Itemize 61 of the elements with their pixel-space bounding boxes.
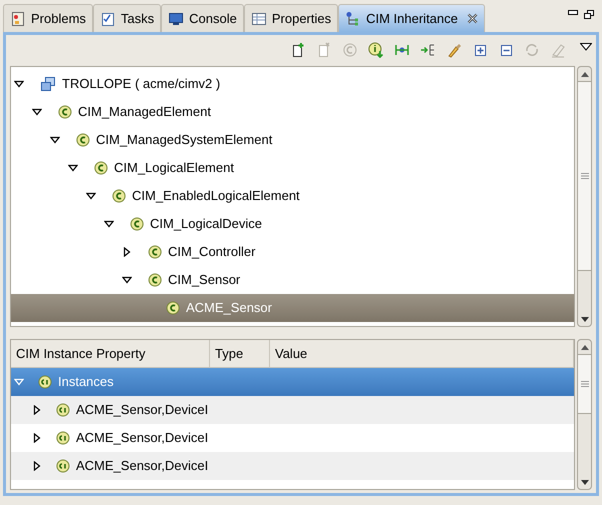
expand-arrow-icon[interactable]	[32, 461, 42, 471]
scrollbar[interactable]	[577, 66, 592, 327]
tree-item[interactable]: CIM_EnabledLogicalElement	[11, 182, 574, 210]
view-tab[interactable]: Tasks	[92, 4, 162, 32]
view-tab[interactable]: Console	[161, 4, 244, 32]
view-tab[interactable]: CIM Inheritance	[338, 4, 485, 32]
problems-view-icon	[10, 10, 26, 26]
collapse-arrow-icon[interactable]	[122, 275, 132, 285]
properties-view-icon	[250, 10, 267, 26]
tree-item[interactable]: CIM_Sensor	[11, 266, 574, 294]
expand-arrow-icon[interactable]	[32, 433, 42, 443]
column-header[interactable]: Value	[270, 340, 574, 367]
class-icon	[76, 133, 90, 147]
expand-arrow-icon[interactable]	[32, 405, 42, 415]
minimize-icon[interactable]	[568, 10, 578, 16]
collapse-arrow-icon[interactable]	[86, 191, 96, 201]
column-header[interactable]: Type	[210, 340, 270, 367]
instance-icon	[56, 459, 70, 473]
class-icon	[58, 105, 72, 119]
class-icon	[130, 217, 144, 231]
tree-item[interactable]: CIM_LogicalDevice	[11, 210, 574, 238]
collapse-arrow-icon[interactable]	[14, 79, 24, 89]
table-row[interactable]: ACME_Sensor,DeviceI	[11, 396, 574, 424]
view-menu-icon[interactable]	[580, 43, 592, 51]
tasks-view-icon	[100, 10, 116, 26]
collapse-arrow-icon[interactable]	[50, 135, 60, 145]
scroll-down-icon[interactable]	[580, 316, 588, 322]
grip-icon[interactable]	[580, 173, 588, 179]
instance-icon	[56, 403, 70, 417]
instance-icon	[38, 375, 52, 389]
table-row[interactable]: Instances	[11, 368, 574, 396]
scroll-up-icon[interactable]	[580, 344, 588, 350]
collapse-arrow-icon[interactable]	[68, 163, 78, 173]
table-row[interactable]: ACME_Sensor,DeviceI	[11, 452, 574, 480]
info-icon[interactable]	[366, 40, 386, 60]
tree-item[interactable]: CIM_ManagedElement	[11, 98, 574, 126]
expand-arrow-icon[interactable]	[122, 247, 132, 257]
close-icon[interactable]	[466, 13, 478, 24]
class-icon	[166, 301, 180, 315]
instance-icon	[56, 431, 70, 445]
console-view-icon	[168, 10, 184, 26]
class-icon	[94, 161, 108, 175]
grip-icon[interactable]	[580, 381, 588, 387]
tree-item[interactable]: TROLLOPE ( acme/cimv2 )	[11, 70, 574, 98]
view-tab[interactable]: Problems	[3, 4, 93, 32]
scrollbar[interactable]	[577, 339, 592, 490]
class-icon	[148, 245, 162, 259]
tree-item[interactable]: CIM_ManagedSystemElement	[11, 126, 574, 154]
column-header[interactable]: CIM Instance Property	[11, 340, 210, 367]
server-icon	[40, 76, 56, 92]
view-tab[interactable]: Properties	[244, 4, 338, 32]
class-icon	[148, 273, 162, 287]
maximize-icon[interactable]	[584, 10, 594, 19]
class-icon	[112, 189, 126, 203]
scroll-up-icon[interactable]	[580, 72, 588, 76]
tree-item[interactable]: CIM_Controller	[11, 238, 574, 266]
tree-item[interactable]: ACME_Sensor	[11, 294, 574, 322]
tree-item[interactable]: CIM_LogicalElement	[11, 154, 574, 182]
scroll-down-icon[interactable]	[580, 480, 588, 484]
collapse-arrow-icon[interactable]	[104, 219, 114, 229]
collapse-arrow-icon[interactable]	[32, 107, 42, 117]
